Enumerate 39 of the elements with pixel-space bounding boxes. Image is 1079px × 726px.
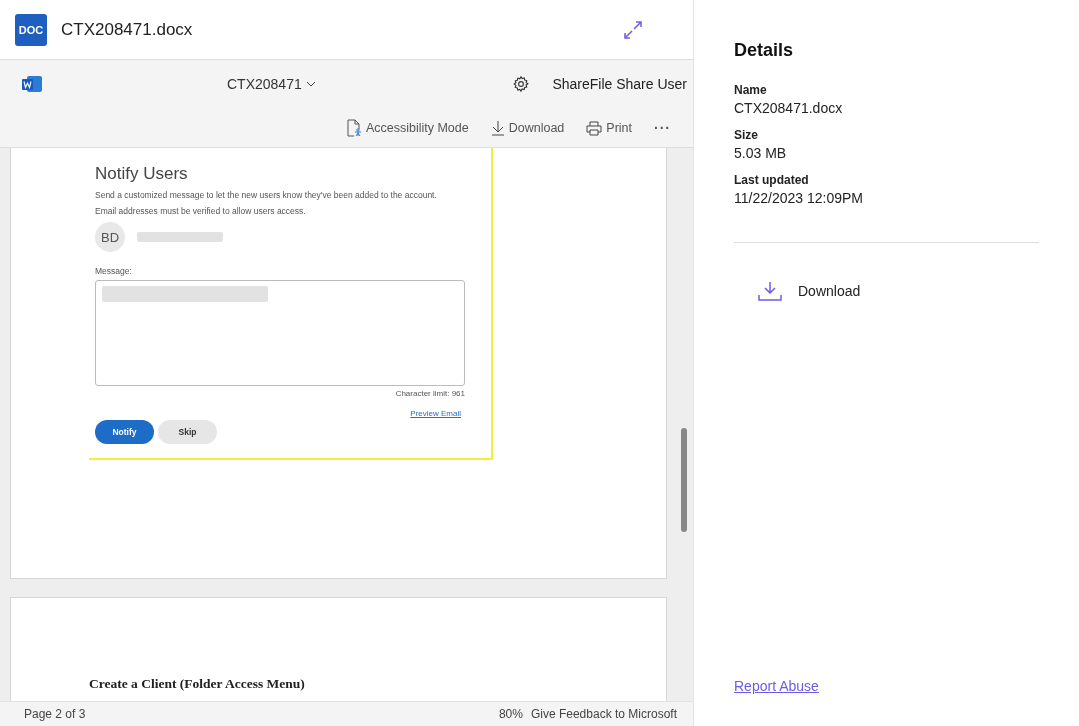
report-abuse-link[interactable]: Report Abuse [734, 678, 819, 694]
field-value: CTX208471.docx [734, 100, 844, 116]
character-limit: Character limit: 961 [394, 389, 465, 398]
settings-icon[interactable] [512, 75, 531, 93]
scrollbar-thumb[interactable] [681, 428, 687, 532]
user-name[interactable]: ShareFile Share User [552, 76, 687, 92]
printer-icon [586, 120, 603, 136]
more-button[interactable]: ··· [654, 120, 671, 136]
page-indicator: Page 2 of 3 [24, 707, 86, 721]
section-heading: Create a Client (Folder Access Menu) [89, 676, 306, 692]
download-icon [490, 120, 505, 136]
primary-button[interactable]: Notify [95, 420, 154, 444]
download-icon [758, 281, 782, 301]
print-button[interactable]: Print [586, 120, 632, 136]
dialog-text: Send a customized message to let the new users know they've been added to the account. [95, 190, 438, 200]
field-label: Last updated [734, 173, 810, 187]
details-title: Details [734, 40, 795, 61]
secondary-button[interactable]: Skip [158, 420, 217, 444]
accessibility-button[interactable]: Accessibility Mode [345, 119, 469, 137]
chevron-icon [305, 81, 316, 87]
document-name-dropdown[interactable]: CTX208471 [227, 76, 316, 92]
field-label: Size [734, 128, 759, 142]
field-label: Message: [95, 266, 133, 276]
accessibility-icon [345, 119, 362, 137]
avatar: BD [95, 222, 125, 252]
field-value: 5.03 MB [734, 145, 788, 161]
word-icon[interactable] [21, 75, 43, 93]
field-label: Name [734, 83, 768, 97]
preview-email-link[interactable]: Preview Email [410, 409, 461, 418]
field-value: 11/22/2023 12:09PM [734, 190, 864, 206]
file-title: CTX208471.docx [61, 19, 194, 40]
dialog-text: Email addresses must be verified to allow users access. [95, 206, 307, 216]
download-button[interactable]: Download [490, 120, 565, 136]
feedback-link[interactable]: Give Feedback to Microsoft [530, 707, 677, 721]
doc-badge: DOC [15, 13, 47, 46]
expand-icon[interactable] [623, 19, 643, 40]
dialog-title: Notify Users [95, 164, 189, 184]
download-button[interactable]: Download [758, 281, 861, 301]
zoom-level[interactable]: 80% [498, 707, 523, 721]
